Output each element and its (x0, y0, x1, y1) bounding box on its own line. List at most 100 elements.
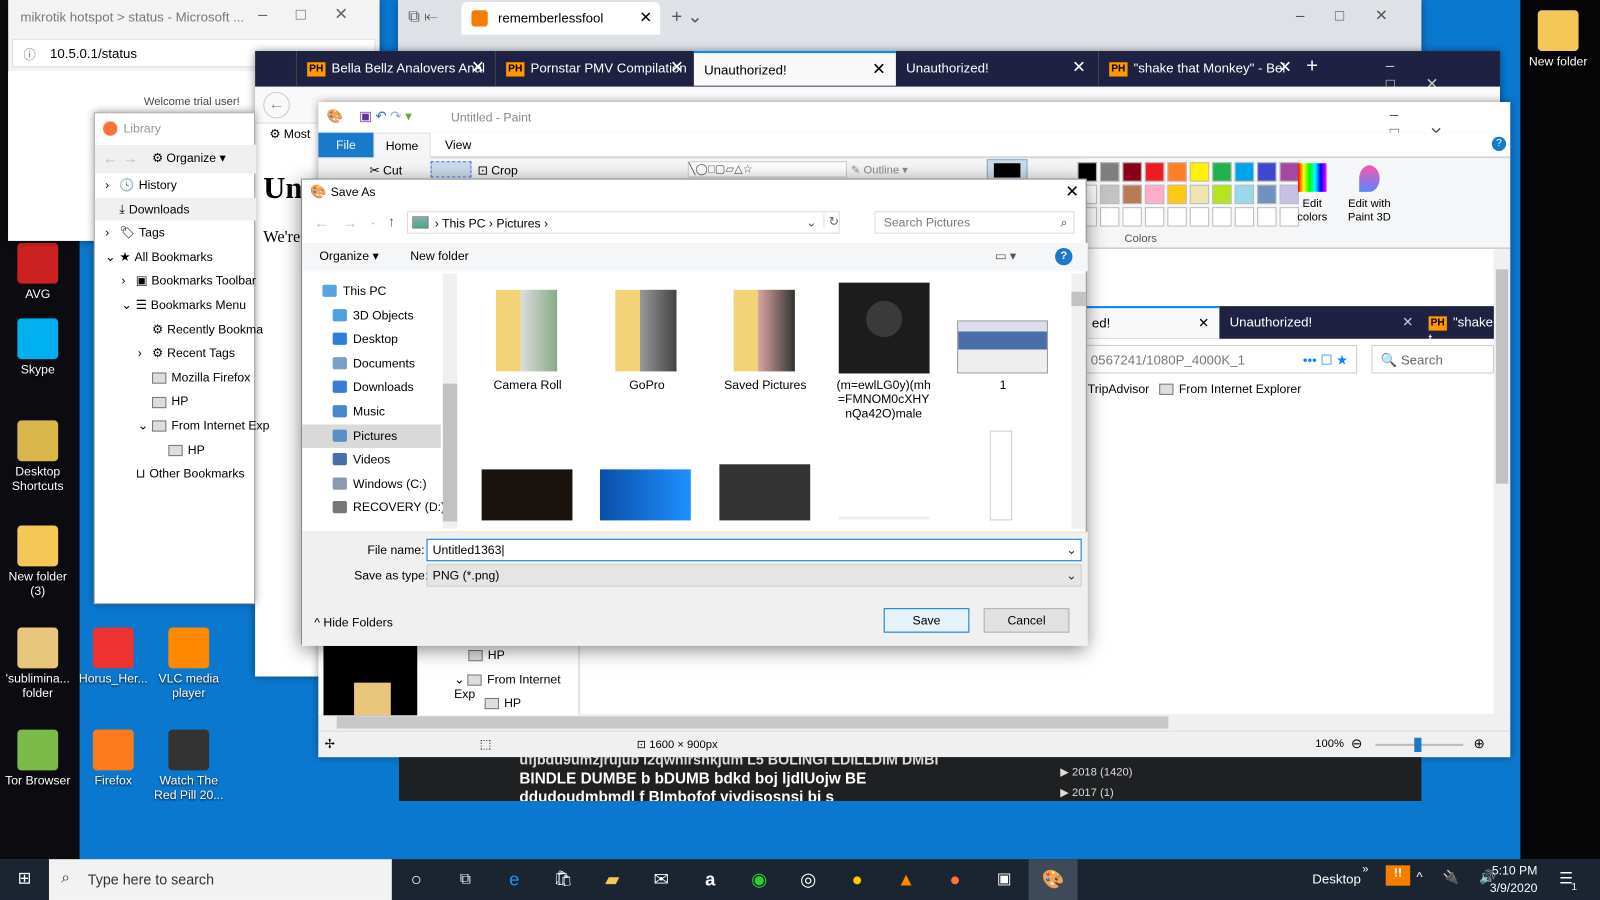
toolbar-expand-icon[interactable]: » (1362, 863, 1368, 875)
file-item[interactable]: Saved Pictures (709, 378, 821, 392)
vertical-scrollbar[interactable] (1493, 248, 1511, 715)
mail-icon[interactable]: ✉ (637, 859, 686, 900)
edit-colors-icon[interactable] (1297, 163, 1327, 192)
zoom-slider-thumb[interactable] (1414, 737, 1422, 753)
address-bar[interactable]: › This PC › Pictures › ⌄ ↻ (407, 211, 840, 234)
file-name-input[interactable]: Untitled1363| ⌄ (426, 538, 1082, 562)
file-explorer-icon[interactable]: ▰ (588, 859, 637, 900)
library-tree-item[interactable]: ⌄ ☰ Bookmarks Menu (121, 294, 246, 316)
desktop-icon[interactable]: Skype (0, 318, 76, 377)
palette-color[interactable] (1122, 184, 1142, 205)
search-pictures-input[interactable]: Search Pictures ⌕ (874, 211, 1075, 234)
palette-custom-slot[interactable] (1144, 207, 1165, 227)
outline-button[interactable]: ✎ Outline ▾ (851, 163, 908, 176)
amazon-icon[interactable]: a (686, 859, 735, 900)
app-window-icon[interactable]: ▣ (980, 859, 1029, 900)
desktop-toolbar[interactable]: Desktop (1312, 871, 1361, 886)
organize-button[interactable]: Organize ▾ (319, 249, 378, 263)
nav-pane-item[interactable]: Desktop (332, 328, 455, 351)
palette-color[interactable] (1167, 162, 1187, 182)
firefox-icon[interactable]: ● (931, 859, 980, 900)
crop-button[interactable]: ⊡ Crop (478, 163, 518, 177)
edit-with-paint3d-button[interactable]: Edit with Paint 3D (1343, 198, 1396, 225)
library-tree-item[interactable]: ⌄ ★ All Bookmarks (105, 246, 213, 268)
horizontal-scrollbar[interactable] (318, 714, 1511, 731)
library-tree-item[interactable]: › ▣ Bookmarks Toolbar (121, 270, 256, 292)
close-icon[interactable]: ✕ (639, 8, 652, 26)
nav-pane-item[interactable]: Windows (C:) (332, 472, 455, 495)
firefox-tab[interactable]: PH Pornstar PMV Compilation ✕ (494, 51, 694, 86)
desktop-icon[interactable]: Watch The Red Pill 20... (151, 729, 227, 802)
nav-pane-item[interactable]: Downloads (332, 376, 455, 399)
nav-pane-item[interactable]: 3D Objects (332, 304, 455, 327)
zoom-in-button[interactable]: ⊕ (1473, 736, 1484, 752)
archive-2017[interactable]: ▶ 2017 (1) (1060, 786, 1114, 799)
palette-color[interactable] (1122, 162, 1142, 182)
file-item[interactable]: 1 (947, 378, 1059, 392)
file-item[interactable]: (m=ewlLG0y)(mh=FMNOM0cXHYnQa42O)male (835, 378, 933, 421)
chevron-down-icon[interactable]: ⌄ (806, 215, 816, 229)
nav-pane-item[interactable]: RECOVERY (D:) (332, 496, 455, 519)
tab-home[interactable]: Home (373, 132, 431, 159)
archive-2018[interactable]: ▶ 2018 (1420) (1060, 765, 1132, 778)
library-tree-item[interactable]: › ⚙ Recent Tags (138, 342, 235, 364)
nav-pane-item[interactable]: Pictures (302, 424, 441, 448)
desktop-icon[interactable]: Firefox (76, 729, 152, 788)
new-tab-icon[interactable]: + (1306, 55, 1318, 78)
palette-custom-slot[interactable] (1167, 207, 1187, 227)
desktop-icon[interactable]: Horus_Her... (76, 627, 152, 686)
window-controls[interactable]: –□✕ (1296, 6, 1418, 24)
file-item[interactable]: GoPro (591, 378, 703, 392)
palette-color[interactable] (1234, 162, 1255, 182)
organize-menu[interactable]: ⚙ Organize ▾ (152, 151, 226, 165)
taskbar-search-box[interactable]: ⌕ Type here to search (48, 859, 392, 900)
paint-taskbar-icon[interactable]: 🎨 (1028, 859, 1078, 900)
cancel-button[interactable]: Cancel (983, 608, 1070, 633)
library-tree-item[interactable]: ⌄ From Internet Exp (138, 414, 270, 436)
save-as-type-select[interactable]: PNG (*.png) ⌄ (426, 564, 1082, 587)
clock-time[interactable]: 5:10 PM (1492, 863, 1538, 877)
firefox-tab[interactable]: PH "shake that Monkey" - Bel ✕ (1097, 51, 1302, 86)
tripadvisor-icon[interactable]: ◉ (735, 859, 784, 900)
library-tree-item[interactable]: ⊔ Other Bookmarks (121, 462, 245, 484)
save-button[interactable]: Save (883, 608, 970, 633)
library-tree-item[interactable]: Mozilla Firefox (138, 366, 250, 388)
palette-custom-slot[interactable] (1257, 207, 1277, 227)
palette-custom-slot[interactable] (1234, 207, 1255, 227)
nav-scrollbar[interactable] (442, 273, 458, 529)
most-visited[interactable]: ⚙ Most (269, 127, 310, 141)
files-scrollbar[interactable] (1071, 273, 1086, 529)
refresh-icon[interactable]: ↻ (823, 214, 839, 229)
tab-file[interactable]: File (318, 132, 374, 158)
chrome-icon[interactable]: ● (833, 859, 882, 900)
nav-pane-item[interactable]: Documents (332, 352, 455, 375)
dialog-close-button[interactable]: ✕ (1065, 182, 1079, 202)
desktop-icon[interactable]: 'sublimina... folder (0, 627, 76, 700)
edit-colors-button[interactable]: Edit colors (1288, 198, 1337, 225)
file-item[interactable]: Camera Roll (471, 378, 583, 392)
tab-view[interactable]: View (433, 133, 484, 157)
palette-color[interactable] (1279, 162, 1299, 182)
view-options-button[interactable]: ▭ ▾ (995, 249, 1016, 263)
shapes-gallery[interactable]: ╲◯□▢▱△☆ (687, 161, 847, 178)
palette-color[interactable] (1167, 184, 1187, 205)
app-icon[interactable]: ◎ (784, 859, 833, 900)
nav-pane-item[interactable]: This PC (322, 280, 444, 303)
select-button[interactable] (430, 161, 472, 178)
start-button[interactable]: ⊞ (0, 859, 49, 900)
back-button[interactable]: ← (314, 214, 328, 230)
hide-folders-button[interactable]: ^ Hide Folders (314, 615, 393, 629)
palette-color[interactable] (1189, 184, 1210, 205)
breadcrumb-pictures[interactable]: Pictures (496, 216, 540, 230)
desktop-icon[interactable]: Tor Browser (0, 729, 76, 788)
palette-custom-slot[interactable] (1099, 207, 1120, 227)
desktop-icon[interactable]: Desktop Shortcuts (0, 420, 76, 493)
new-tab-icon[interactable]: + ⌄ (671, 6, 702, 27)
library-tree-item[interactable]: › 🏷 Tags (105, 222, 165, 244)
task-view-icon[interactable]: ⧉ (441, 859, 490, 900)
palette-color[interactable] (1099, 162, 1120, 182)
nav-pane-item[interactable]: Videos (332, 448, 455, 471)
desktop-icon[interactable]: AVG (0, 242, 76, 301)
palette-color[interactable] (1144, 184, 1165, 205)
desktop-icon[interactable]: New folder (3) (0, 525, 76, 598)
